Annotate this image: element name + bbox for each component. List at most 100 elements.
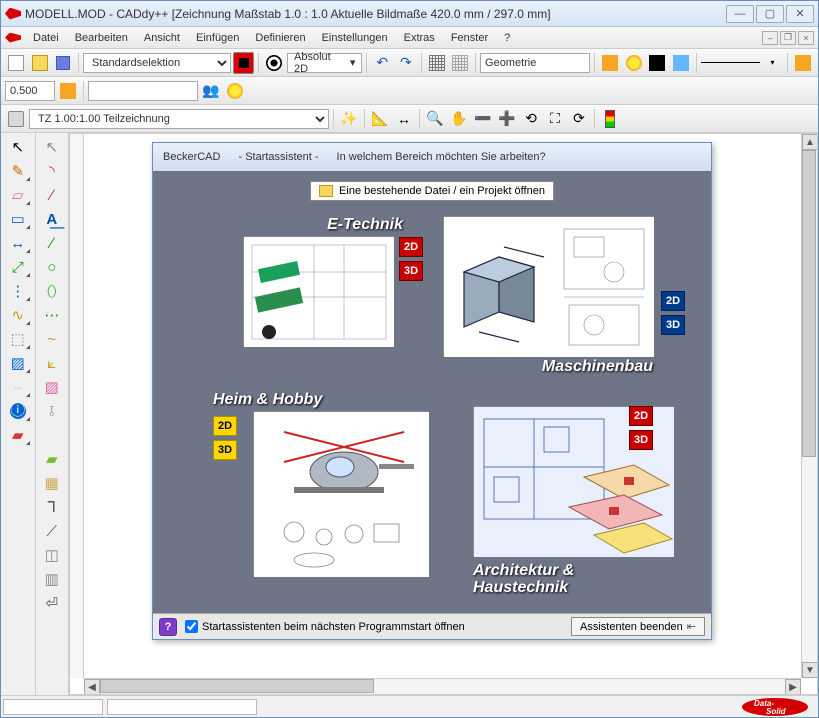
dim-button[interactable]: ↔ [393, 108, 415, 130]
secondary-text-input[interactable] [88, 81, 198, 101]
menu-help[interactable]: ? [496, 27, 518, 48]
figure-button[interactable]: 👥 [200, 80, 222, 102]
tool-symbol[interactable] [38, 471, 66, 495]
maschinenbau-thumb[interactable] [443, 216, 653, 356]
heimhobby-3d-button[interactable]: 3D [213, 440, 237, 460]
close-button[interactable]: ✕ [786, 5, 814, 23]
open-existing-button[interactable]: Eine bestehende Datei / ein Projekt öffn… [310, 181, 554, 201]
maschinenbau-3d-button[interactable]: 3D [661, 315, 685, 335]
tool-dimension[interactable] [4, 375, 32, 399]
open-file-button[interactable] [29, 52, 51, 74]
coord-mode-label[interactable]: Absolut 2D ▾ [287, 53, 362, 73]
tool-3d[interactable] [38, 543, 66, 567]
tool-info[interactable] [4, 399, 32, 423]
heimhobby-thumb[interactable] [253, 411, 428, 576]
menu-definieren[interactable]: Definieren [247, 27, 313, 48]
tool-construct[interactable] [38, 399, 66, 423]
grid-coarse-button[interactable] [449, 52, 471, 74]
layer-quick-button[interactable] [57, 80, 79, 102]
scroll-right-button[interactable]: ▶ [785, 679, 801, 695]
tool-points-h[interactable] [38, 303, 66, 327]
zoom-extents-button[interactable]: ⛶ [544, 108, 566, 130]
help-icon[interactable] [159, 618, 177, 636]
redo-button[interactable]: ↷ [395, 52, 417, 74]
layer-vis-button[interactable] [599, 52, 621, 74]
tool-select2[interactable] [38, 135, 66, 159]
menu-einstellungen[interactable]: Einstellungen [314, 27, 396, 48]
tool-return[interactable] [38, 591, 66, 615]
bulb-button[interactable] [224, 80, 246, 102]
layer-bulb-button[interactable] [623, 52, 645, 74]
tool-rect[interactable] [4, 207, 32, 231]
tool-selectrect[interactable] [4, 327, 32, 351]
undo-button[interactable]: ↶ [371, 52, 393, 74]
linetype-dropdown[interactable]: ▾ [762, 52, 784, 74]
menu-bearbeiten[interactable]: Bearbeiten [67, 27, 136, 48]
scroll-up-button[interactable]: ▲ [802, 134, 818, 150]
scrollbar-horizontal[interactable]: ◀ ▶ [84, 678, 801, 694]
selection-mode-combo[interactable]: Standardselektion [83, 53, 231, 73]
minimize-button[interactable]: — [726, 5, 754, 23]
show-on-start-input[interactable] [185, 620, 198, 633]
tool-ellipse[interactable] [38, 279, 66, 303]
scroll-h-thumb[interactable] [100, 679, 374, 693]
layer-stack2-button[interactable] [792, 52, 814, 74]
mdi-minimize-button[interactable]: – [762, 31, 778, 45]
measure-button[interactable]: 📐 [369, 108, 391, 130]
selection-red-button[interactable] [233, 52, 255, 74]
architektur-2d-button[interactable]: 2D [629, 406, 653, 426]
tool-delete[interactable] [4, 423, 32, 447]
tool-angle[interactable] [38, 351, 66, 375]
layer-stack-button[interactable] [670, 52, 692, 74]
drawing-canvas[interactable]: BeckerCAD - Startassistent - In welchem … [69, 133, 818, 695]
scrollbar-vertical[interactable]: ▲ ▼ [801, 134, 817, 678]
grid-fine-button[interactable] [426, 52, 448, 74]
tool-line[interactable] [38, 183, 66, 207]
print-button[interactable] [5, 108, 27, 130]
tool-3d2[interactable] [38, 567, 66, 591]
mdi-close-button[interactable]: × [798, 31, 814, 45]
mdi-restore-button[interactable]: ❐ [780, 31, 796, 45]
tool-arc[interactable] [38, 159, 66, 183]
tool-circle[interactable] [38, 255, 66, 279]
show-on-start-checkbox[interactable]: Startassistenten beim nächsten Programms… [185, 620, 465, 633]
tool-pick[interactable] [4, 255, 32, 279]
zoom-prev-button[interactable]: ⟲ [520, 108, 542, 130]
tool-text[interactable] [38, 207, 66, 231]
zoom-in-button[interactable]: ➕ [496, 108, 518, 130]
etechnik-2d-button[interactable]: 2D [399, 237, 423, 257]
pan-button[interactable]: ✋ [448, 108, 470, 130]
scroll-v-thumb[interactable] [802, 150, 816, 457]
tool-erase[interactable] [4, 183, 32, 207]
menu-einfuegen[interactable]: Einfügen [188, 27, 247, 48]
etechnik-3d-button[interactable]: 3D [399, 261, 423, 281]
tool-hatch2[interactable] [38, 375, 66, 399]
save-file-button[interactable] [52, 52, 74, 74]
zoom-window-button[interactable]: 🔍 [424, 108, 446, 130]
zoom-out-button[interactable]: ➖ [472, 108, 494, 130]
tool-select[interactable] [4, 135, 32, 159]
traffic-button[interactable] [599, 108, 621, 130]
tool-curve[interactable] [4, 303, 32, 327]
new-file-button[interactable] [5, 52, 27, 74]
tool-draw[interactable] [4, 159, 32, 183]
scroll-down-button[interactable]: ▼ [802, 662, 818, 678]
menu-datei[interactable]: Datei [25, 27, 67, 48]
tool-spline[interactable] [38, 327, 66, 351]
numeric-input[interactable] [5, 81, 55, 101]
tool-move[interactable] [4, 231, 32, 255]
drawing-scale-combo[interactable]: TZ 1.00:1.00 Teilzeichnung [29, 109, 329, 129]
target-button[interactable] [263, 52, 285, 74]
maschinenbau-2d-button[interactable]: 2D [661, 291, 685, 311]
geometry-input[interactable] [480, 53, 590, 73]
tool-hatch[interactable] [4, 351, 32, 375]
scroll-left-button[interactable]: ◀ [84, 679, 100, 695]
tool-sline[interactable] [38, 519, 66, 543]
tool-polyline[interactable] [38, 495, 66, 519]
color-black-button[interactable] [646, 52, 668, 74]
architektur-3d-button[interactable]: 3D [629, 430, 653, 450]
heimhobby-2d-button[interactable]: 2D [213, 416, 237, 436]
bulb-cursor-button[interactable]: ✨ [338, 108, 360, 130]
refresh-button[interactable]: ⟳ [568, 108, 590, 130]
menu-ansicht[interactable]: Ansicht [136, 27, 188, 48]
